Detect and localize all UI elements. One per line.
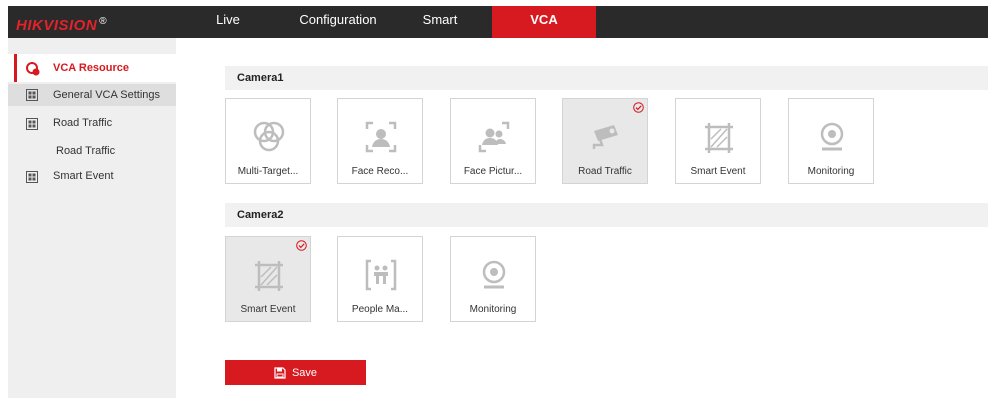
- camera1-tile-monitoring[interactable]: Monitoring: [788, 98, 874, 184]
- sidebar-item-road-traffic[interactable]: Road Traffic: [8, 113, 176, 135]
- tile-label: Road Traffic: [578, 166, 632, 177]
- nav-configuration[interactable]: Configuration: [298, 6, 378, 38]
- nav-smart-display[interactable]: Smart Display: [400, 6, 480, 55]
- sidebar-item-label: VCA Resource: [53, 62, 130, 74]
- camera1-tile-multi-target[interactable]: Multi-Target...: [225, 98, 311, 184]
- tile-label: Monitoring: [469, 304, 517, 315]
- people-management-icon: [365, 259, 397, 291]
- tile-label: Smart Event: [240, 304, 296, 315]
- camera1-tile-smart-event[interactable]: Smart Event: [675, 98, 761, 184]
- face-picture-icon: [478, 121, 510, 153]
- sidebar-item-vca-resource[interactable]: VCA Resource: [8, 54, 176, 82]
- tile-label: Multi-Target...: [237, 166, 299, 177]
- camera-title: Camera1: [237, 72, 284, 84]
- camera1-tile-road-traffic[interactable]: Road Traffic: [562, 98, 648, 184]
- monitoring-icon: [820, 122, 844, 151]
- brand-name: HIKVISION: [16, 17, 98, 34]
- sidebar-item-label: Road Traffic: [56, 145, 116, 157]
- sidebar-item-label: Smart Event: [53, 170, 114, 182]
- grid-icon: [26, 118, 38, 130]
- camera2-header: Camera2: [225, 203, 988, 227]
- floppy-disk-icon: [274, 366, 286, 379]
- sidebar: VCA Resource General VCA Settings Road T…: [8, 38, 176, 398]
- smart-event-icon: [705, 123, 733, 153]
- save-button-label: Save: [291, 366, 318, 379]
- camera2-tile-smart-event[interactable]: Smart Event: [225, 236, 311, 322]
- grid-icon: [26, 171, 38, 183]
- road-traffic-icon: [592, 125, 618, 149]
- camera2-tile-monitoring[interactable]: Monitoring: [450, 236, 536, 322]
- camera-title: Camera2: [237, 209, 284, 221]
- sidebar-item-general-vca-settings[interactable]: General VCA Settings: [8, 84, 176, 106]
- brand-registered-mark: ®: [99, 16, 108, 27]
- nav-live-view[interactable]: Live View: [203, 6, 253, 55]
- multi-target-icon: [253, 121, 285, 152]
- sidebar-item-label: Road Traffic: [53, 117, 113, 129]
- checkmark-icon: [633, 102, 644, 113]
- checkmark-icon: [296, 240, 307, 251]
- sidebar-item-smart-event[interactable]: Smart Event: [8, 166, 176, 188]
- tile-label: Smart Event: [690, 166, 746, 177]
- nav-vca[interactable]: VCA: [492, 6, 596, 38]
- sidebar-item-label: General VCA Settings: [53, 89, 161, 101]
- camera1-tile-face-picture[interactable]: Face Pictur...: [450, 98, 536, 184]
- tile-label: Face Reco...: [351, 166, 409, 177]
- top-navigation-bar: HIKVISION ® Live View Configuration Smart…: [8, 6, 988, 55]
- grid-icon: [26, 89, 38, 101]
- monitoring-icon: [482, 260, 506, 289]
- camera1-tile-face-recognition[interactable]: Face Reco...: [337, 98, 423, 184]
- tile-label: People Ma...: [351, 304, 409, 315]
- camera2-tile-people-management[interactable]: People Ma...: [337, 236, 423, 322]
- tile-label: Face Pictur...: [463, 166, 523, 177]
- sidebar-subitem-road-traffic[interactable]: Road Traffic: [8, 142, 176, 162]
- brand-logo: HIKVISION ®: [16, 6, 107, 38]
- save-button[interactable]: Save: [225, 360, 366, 385]
- tile-label: Monitoring: [807, 166, 855, 177]
- vca-resource-icon: [26, 62, 40, 76]
- face-recognition-icon: [365, 121, 397, 153]
- smart-event-icon: [255, 261, 283, 291]
- camera1-header: Camera1: [225, 66, 988, 90]
